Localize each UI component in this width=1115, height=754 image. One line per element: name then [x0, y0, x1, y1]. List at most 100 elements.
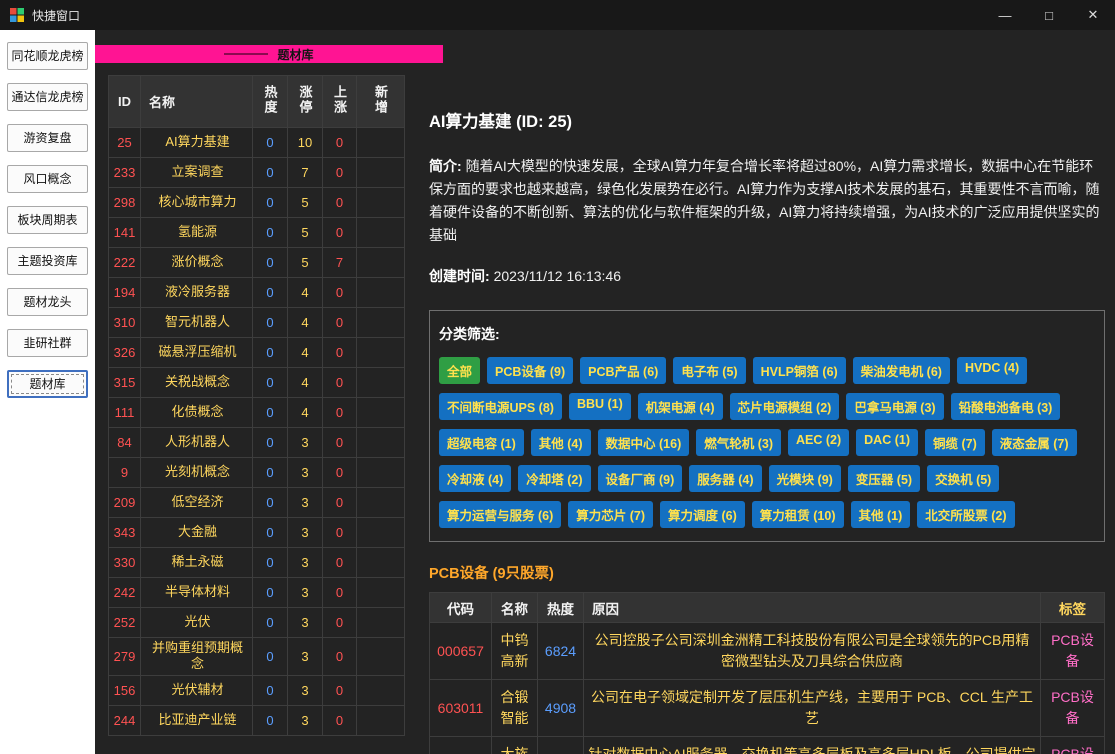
theme-col-new[interactable]: 新增	[357, 76, 405, 128]
stock-col-heat[interactable]: 热度	[538, 593, 584, 623]
filter-tag[interactable]: 超级电容 (1)	[439, 429, 524, 456]
filter-tag[interactable]: DAC (1)	[856, 429, 918, 456]
theme-row[interactable]: 222 涨价概念 0 5 7	[109, 248, 405, 278]
theme-row[interactable]: 343 大金融 0 3 0	[109, 518, 405, 548]
close-button[interactable]: ✕	[1071, 0, 1115, 30]
theme-row-limitup: 3	[288, 638, 323, 676]
window-body: 同花顺龙虎榜 通达信龙虎榜 游资复盘 风口概念 板块周期表	[0, 30, 1115, 754]
filter-tag[interactable]: 服务器 (4)	[689, 465, 761, 492]
filter-tag[interactable]: HVDC (4)	[957, 357, 1027, 384]
sidebar-button-label: 韭研社群	[23, 336, 71, 350]
sidebar-button[interactable]: 主题投资库	[7, 247, 88, 275]
filter-tag-label: 铅酸电池备电 (3)	[959, 401, 1053, 415]
theme-row[interactable]: 252 光伏 0 3 0	[109, 608, 405, 638]
theme-col-name[interactable]: 名称	[141, 76, 253, 128]
theme-row-id: 343	[109, 518, 141, 548]
filter-tag[interactable]: 交换机 (5)	[927, 465, 999, 492]
stock-row[interactable]: 301200 大族数控 3930 针对数据中心AI服务器、交换机等高多层板及高多…	[430, 737, 1105, 754]
theme-row-heat: 0	[253, 368, 288, 398]
theme-row[interactable]: 310 智元机器人 0 4 0	[109, 308, 405, 338]
filter-tag[interactable]: 变压器 (5)	[848, 465, 920, 492]
header-dash	[224, 53, 268, 55]
theme-col-heat[interactable]: 热度	[253, 76, 288, 128]
theme-col-limitup[interactable]: 涨停	[288, 76, 323, 128]
theme-row-id: 222	[109, 248, 141, 278]
theme-row[interactable]: 279 并购重组预期概念 0 3 0	[109, 638, 405, 676]
theme-row-limitup: 3	[288, 675, 323, 705]
theme-row[interactable]: 242 半导体材料 0 3 0	[109, 578, 405, 608]
stock-col-name[interactable]: 名称	[492, 593, 538, 623]
sidebar-button[interactable]: 韭研社群	[7, 329, 88, 357]
filter-tag[interactable]: PCB产品 (6)	[580, 357, 666, 384]
filter-tag-label: 变压器 (5)	[856, 473, 912, 487]
theme-row[interactable]: 298 核心城市算力 0 5 0	[109, 188, 405, 218]
stock-row[interactable]: 000657 中钨高新 6824 公司控股子公司深圳金洲精工科技股份有限公司是全…	[430, 623, 1105, 680]
sidebar-button[interactable]: 题材库	[7, 370, 88, 398]
filter-tag[interactable]: 数据中心 (16)	[598, 429, 690, 456]
filter-tag[interactable]: 液态金属 (7)	[992, 429, 1077, 456]
filter-tag[interactable]: PCB设备 (9)	[487, 357, 573, 384]
filter-tag[interactable]: 芯片电源模组 (2)	[730, 393, 840, 420]
theme-row[interactable]: 233 立案调查 0 7 0	[109, 158, 405, 188]
filter-tag[interactable]: AEC (2)	[788, 429, 849, 456]
stock-col-reason[interactable]: 原因	[584, 593, 1041, 623]
filter-tag[interactable]: 不间断电源UPS (8)	[439, 393, 562, 420]
filter-tag[interactable]: 铜缆 (7)	[925, 429, 985, 456]
sidebar-button[interactable]: 板块周期表	[7, 206, 88, 234]
theme-row[interactable]: 9 光刻机概念 0 3 0	[109, 458, 405, 488]
theme-row-up: 0	[323, 188, 357, 218]
filter-tag[interactable]: 其他 (1)	[851, 501, 911, 528]
filter-tag[interactable]: 全部	[439, 357, 480, 384]
theme-col-id[interactable]: ID	[109, 76, 141, 128]
filter-tag[interactable]: 北交所股票 (2)	[917, 501, 1014, 528]
theme-row[interactable]: 194 液冷服务器 0 4 0	[109, 278, 405, 308]
filter-tag[interactable]: 算力芯片 (7)	[568, 501, 653, 528]
filter-tag[interactable]: 燃气轮机 (3)	[696, 429, 781, 456]
theme-row[interactable]: 25 AI算力基建 0 10 0	[109, 128, 405, 158]
theme-row[interactable]: 244 比亚迪产业链 0 3 0	[109, 705, 405, 735]
theme-row[interactable]: 330 稀土永磁 0 3 0	[109, 548, 405, 578]
filter-tag[interactable]: BBU (1)	[569, 393, 631, 420]
theme-row[interactable]: 84 人形机器人 0 3 0	[109, 428, 405, 458]
theme-row-name: 关税战概念	[141, 368, 253, 398]
minimize-button[interactable]: —	[983, 0, 1027, 30]
theme-row-heat: 0	[253, 308, 288, 338]
theme-row[interactable]: 111 化债概念 0 4 0	[109, 398, 405, 428]
filter-tag[interactable]: 冷却塔 (2)	[518, 465, 590, 492]
filter-tag-label: 冷却液 (4)	[447, 473, 503, 487]
filter-tag[interactable]: 电子布 (5)	[673, 357, 745, 384]
titlebar: 快捷窗口 — □ ✕	[0, 0, 1115, 30]
filter-label: 分类筛选:	[439, 324, 1095, 344]
filter-tag[interactable]: 设备厂商 (9)	[598, 465, 683, 492]
theme-row-new	[357, 368, 405, 398]
sidebar-button[interactable]: 风口概念	[7, 165, 88, 193]
theme-row[interactable]: 315 关税战概念 0 4 0	[109, 368, 405, 398]
theme-row-new	[357, 518, 405, 548]
stock-col-tag[interactable]: 标签	[1041, 593, 1105, 623]
theme-row[interactable]: 326 磁悬浮压缩机 0 4 0	[109, 338, 405, 368]
theme-row-heat: 0	[253, 248, 288, 278]
filter-tag[interactable]: 算力租赁 (10)	[752, 501, 844, 528]
sidebar-button[interactable]: 同花顺龙虎榜	[7, 42, 88, 70]
sidebar-button[interactable]: 通达信龙虎榜	[7, 83, 88, 111]
filter-tag[interactable]: HVLP铜箔 (6)	[753, 357, 846, 384]
theme-row[interactable]: 156 光伏辅材 0 3 0	[109, 675, 405, 705]
filter-tag[interactable]: 光模块 (9)	[769, 465, 841, 492]
stock-row[interactable]: 603011 合锻智能 4908 公司在电子领域定制开发了层压机生产线，主要用于…	[430, 680, 1105, 737]
theme-row[interactable]: 209 低空经济 0 3 0	[109, 488, 405, 518]
filter-tag-label: 数据中心 (16)	[606, 437, 682, 451]
theme-col-up[interactable]: 上涨	[323, 76, 357, 128]
filter-tag[interactable]: 巴拿马电源 (3)	[846, 393, 943, 420]
filter-tag[interactable]: 柴油发电机 (6)	[853, 357, 950, 384]
theme-row[interactable]: 141 氢能源 0 5 0	[109, 218, 405, 248]
sidebar-button[interactable]: 游资复盘	[7, 124, 88, 152]
sidebar-button[interactable]: 题材龙头	[7, 288, 88, 316]
filter-tag[interactable]: 铅酸电池备电 (3)	[951, 393, 1061, 420]
filter-tag[interactable]: 冷却液 (4)	[439, 465, 511, 492]
stock-col-code[interactable]: 代码	[430, 593, 492, 623]
filter-tag[interactable]: 其他 (4)	[531, 429, 591, 456]
filter-tag[interactable]: 机架电源 (4)	[638, 393, 723, 420]
filter-tag[interactable]: 算力调度 (6)	[660, 501, 745, 528]
filter-tag[interactable]: 算力运营与服务 (6)	[439, 501, 561, 528]
maximize-button[interactable]: □	[1027, 0, 1071, 30]
